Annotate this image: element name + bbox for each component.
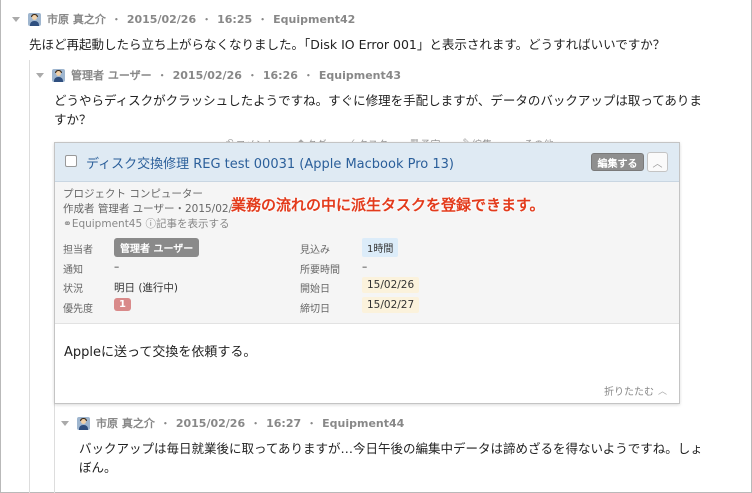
fold-label: 折りたたむ — [604, 387, 654, 398]
avatar — [77, 416, 90, 430]
due-date-value: 15/02/27 — [362, 297, 420, 313]
comment-text-line: バックアップは毎日就業後に取ってありますが…今日午後の編集中データは諦めざるを得… — [79, 441, 703, 456]
comment-time: 16:27 — [266, 416, 302, 430]
comment-text-line: すか？ — [54, 112, 92, 127]
link-icon: ⚭ — [63, 218, 72, 230]
comment-equipment[interactable]: Equipment44 — [322, 417, 404, 430]
comment-text: 先ほど再起動したら立ち上がらなくなりました。「Disk IO Error 001… — [29, 37, 666, 52]
collapse-triangle-icon[interactable] — [36, 72, 44, 78]
avatar — [52, 68, 65, 82]
estimate-label: 見込み — [300, 245, 330, 256]
info-icon: ⓘ — [145, 218, 157, 230]
comment-header: 管理者 ユーザー ・ 2015/02/26 ・ 16:26 ・ Equipmen… — [36, 67, 401, 83]
task-meta: プロジェクト コンピューター 作成者 管理者 ユーザー・2015/02/ ⚭Eq… — [63, 187, 232, 232]
fold-button[interactable]: 折りたたむ ︿ — [604, 383, 667, 398]
assignee-label: 担当者 — [63, 245, 93, 256]
status-value: 明日 (進行中) — [114, 282, 179, 294]
chevron-up-icon: ︿ — [658, 387, 668, 397]
comment-date: 2015/02/26 — [175, 416, 246, 430]
comment-time: 16:25 — [217, 12, 253, 26]
collapse-triangle-icon[interactable] — [61, 420, 69, 426]
comment-header: 市原 真之介 ・ 2015/02/26 ・ 16:25 ・ Equipment4… — [12, 11, 355, 27]
task-body: Appleに送って交換を依頼する。 — [64, 345, 257, 360]
avatar — [28, 12, 41, 26]
comment-author[interactable]: 市原 真之介 — [96, 415, 155, 431]
notify-value: – — [114, 261, 120, 273]
required-time-value: – — [362, 261, 368, 273]
thread-line — [29, 60, 30, 493]
task-project: プロジェクト コンピューター — [63, 188, 203, 200]
comment-equipment[interactable]: Equipment43 — [319, 69, 401, 82]
comment-header: 市原 真之介 ・ 2015/02/26 ・ 16:27 ・ Equipment4… — [61, 415, 404, 431]
comment-time: 16:26 — [262, 68, 298, 82]
due-date-label: 締切日 — [300, 304, 330, 315]
overlay-caption: 業務の流れの中に派生タスクを登録できます。 — [231, 196, 545, 214]
edit-task-button[interactable]: 編集する — [591, 153, 644, 171]
comment-author[interactable]: 管理者 ユーザー — [71, 67, 152, 83]
task-card: ディスク交換修理 REG test 00031 (Apple Macbook P… — [54, 142, 680, 404]
required-time-label: 所要時間 — [300, 265, 340, 276]
status-label: 状況 — [63, 284, 83, 295]
assignee-value[interactable]: 管理者 ユーザー — [114, 238, 200, 257]
thread-line — [54, 404, 55, 493]
task-title[interactable]: ディスク交換修理 REG test 00031 (Apple Macbook P… — [86, 153, 454, 172]
comment-equipment[interactable]: Equipment42 — [273, 13, 355, 26]
task-equipment-link[interactable]: Equipment45 — [72, 218, 142, 230]
task-card-header: ディスク交換修理 REG test 00031 (Apple Macbook P… — [55, 143, 679, 182]
collapse-triangle-icon[interactable] — [12, 16, 20, 22]
priority-badge: 1 — [114, 298, 131, 311]
show-article-link[interactable]: 記事を表示する — [156, 218, 230, 230]
comment-date: 2015/02/26 — [126, 12, 197, 26]
comment-date: 2015/02/26 — [172, 68, 242, 82]
task-checkbox[interactable] — [65, 155, 77, 167]
start-date-label: 開始日 — [300, 284, 330, 295]
start-date-value: 15/02/26 — [362, 277, 420, 293]
estimate-value: 1時間 — [362, 238, 399, 257]
comment-author[interactable]: 市原 真之介 — [47, 11, 106, 27]
comment-text-line: どうやらディスクがクラッシュしたようですね。すぐに修理を手配しますが、データのバ… — [54, 93, 702, 108]
comment-text-line: ぼん。 — [79, 460, 117, 475]
notify-label: 通知 — [63, 265, 83, 276]
task-info: プロジェクト コンピューター 作成者 管理者 ユーザー・2015/02/ ⚭Eq… — [55, 182, 679, 324]
chevron-up-icon: ︿ — [652, 158, 663, 170]
priority-label: 優先度 — [63, 304, 93, 315]
collapse-card-button[interactable]: ︿ — [647, 152, 668, 172]
task-creator: 作成者 管理者 ユーザー・2015/02/ — [63, 203, 233, 215]
